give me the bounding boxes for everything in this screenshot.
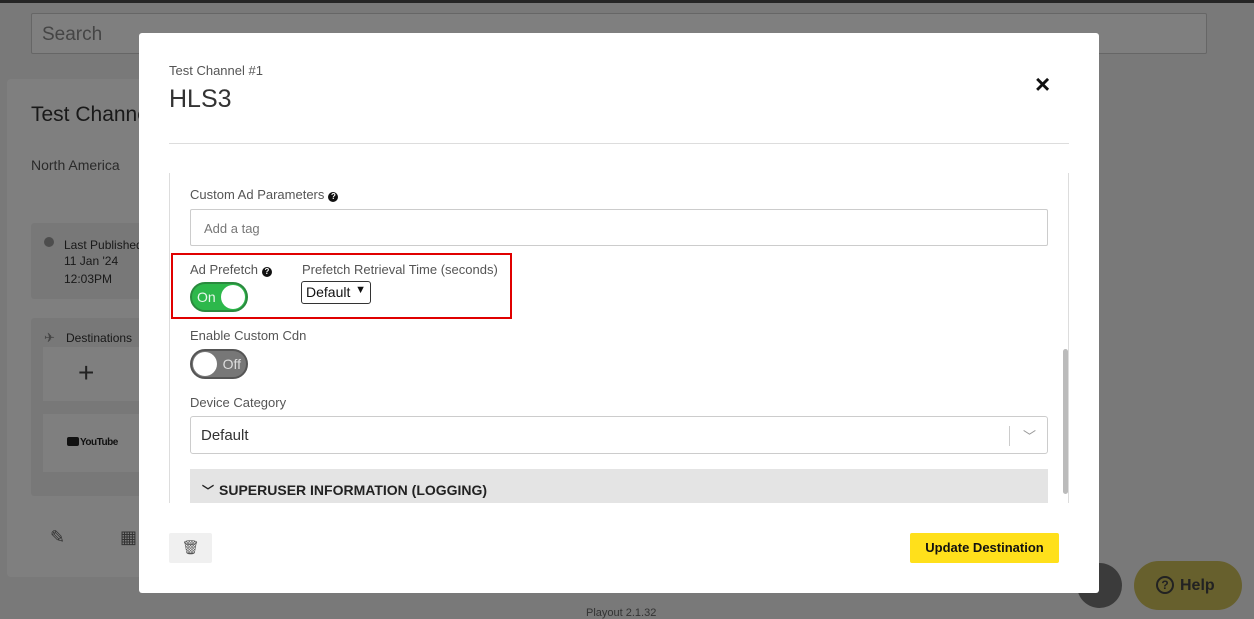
chevron-down-icon: ﹀ [202, 484, 215, 498]
modal-title: HLS3 [169, 85, 232, 113]
ad-prefetch-label: Ad Prefetch? [190, 262, 272, 277]
custom-ad-params-label: Custom Ad Parameters? [190, 187, 339, 202]
custom-cdn-toggle-label: Off [222, 356, 241, 372]
select-separator [1009, 426, 1010, 446]
device-category-label: Device Category [190, 395, 287, 410]
custom-ad-params-label-text: Custom Ad Parameters [190, 187, 325, 202]
update-destination-button[interactable]: Update Destination [910, 533, 1059, 563]
scrollbar[interactable] [1063, 349, 1068, 494]
superuser-accordion[interactable]: ﹀ SUPERUSER INFORMATION (LOGGING) [190, 469, 1048, 503]
help-icon[interactable]: ? [328, 192, 339, 202]
close-icon[interactable]: × [1035, 71, 1050, 97]
device-category-value: Default [201, 427, 249, 444]
modal-divider [169, 143, 1069, 144]
edit-destination-modal: Test Channel #1 HLS3 × Custom Ad Paramet… [139, 33, 1099, 593]
delete-button[interactable]: 🗑 [169, 533, 212, 563]
ad-prefetch-toggle-label: On [197, 289, 216, 305]
trash-icon: 🗑 [181, 539, 200, 555]
modal-form-scroll-area[interactable]: Custom Ad Parameters? Add a tag Ad Prefe… [169, 173, 1069, 503]
prefetch-time-select[interactable]: Default ▼ [301, 281, 371, 304]
prefetch-time-label: Prefetch Retrieval Time (seconds) [302, 262, 498, 277]
custom-cdn-toggle[interactable]: Off [190, 349, 248, 379]
superuser-section-title: SUPERUSER INFORMATION (LOGGING) [219, 482, 488, 498]
ad-prefetch-label-text: Ad Prefetch [190, 262, 258, 277]
custom-cdn-label: Enable Custom Cdn [190, 328, 307, 343]
prefetch-time-value: Default [306, 284, 351, 300]
chevron-down-icon: ﹀ [1022, 429, 1036, 444]
toggle-knob [193, 352, 217, 376]
device-category-select[interactable]: Default ﹀ [190, 416, 1048, 454]
toggle-knob [221, 285, 245, 309]
modal-subtitle: Test Channel #1 [169, 63, 263, 78]
ad-prefetch-toggle[interactable]: On [190, 282, 248, 312]
chevron-down-icon: ▼ [355, 284, 366, 296]
custom-ad-params-input[interactable]: Add a tag [190, 209, 1048, 246]
help-icon[interactable]: ? [261, 267, 272, 277]
